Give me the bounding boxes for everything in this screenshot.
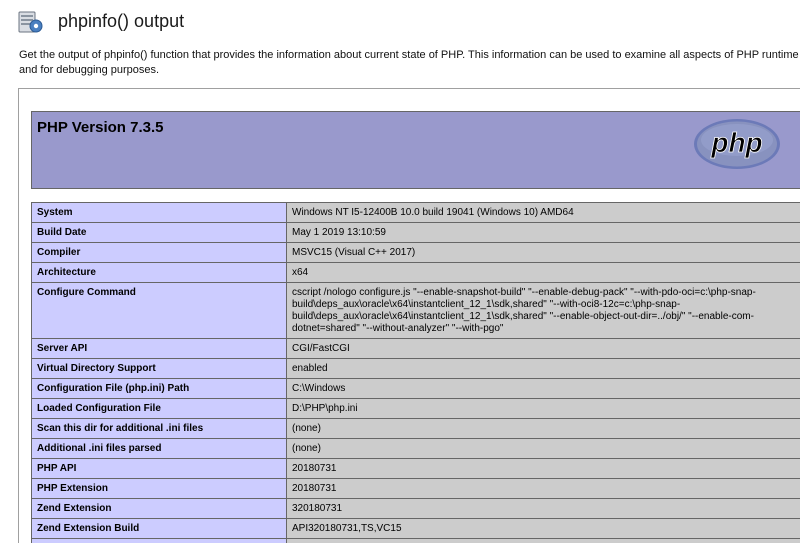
header: phpinfo() output [0,0,800,44]
row-key: Loaded Configuration File [31,398,287,419]
row-value: 320180731 [286,498,800,519]
row-value: x64 [286,262,800,283]
row-value: May 1 2019 13:10:59 [286,222,800,243]
table-row: Compiler MSVC15 (Visual C++ 2017) [31,242,800,263]
row-value: D:\PHP\php.ini [286,398,800,419]
row-value: CGI/FastCGI [286,338,800,359]
table-row: Server API CGI/FastCGI [31,338,800,359]
row-value: (none) [286,418,800,439]
server-config-icon [18,11,43,33]
table-row: Configuration File (php.ini) Path C:\Wind… [31,378,800,399]
row-value: 20180731 [286,478,800,499]
table-row: PHP Extension BuildAPI20180731,TS,VC15 [31,538,800,543]
row-key: Build Date [31,222,287,243]
row-key: Zend Extension [31,498,287,519]
row-key: System [31,202,287,223]
table-row: Zend Extension Build API320180731,TS,VC15 [31,518,800,539]
row-key: Virtual Directory Support [31,358,287,379]
row-value: Windows NT I5-12400B 10.0 build 19041 (W… [286,202,800,223]
row-value: MSVC15 (Visual C++ 2017) [286,242,800,263]
row-key: Compiler [31,242,287,263]
table-row: Scan this dir for additional .ini files(… [31,418,800,439]
table-row: Zend Extension 320180731 [31,498,800,519]
table-row: Build Date May 1 2019 13:10:59 [31,222,800,243]
row-key: PHP Extension [31,478,287,499]
table-row: Virtual Directory Support enabled [31,358,800,379]
row-key: PHP API [31,458,287,479]
row-key: Configure Command [31,282,287,339]
row-value: API20180731,TS,VC15 [286,538,800,543]
php-logo-icon: php [694,119,780,169]
table-row: PHP API 20180731 [31,458,800,479]
row-key: Additional .ini files parsed [31,438,287,459]
row-key: PHP Extension Build [31,538,287,543]
table-row: Configure Command cscript /nologo configu… [31,282,800,339]
row-value: enabled [286,358,800,379]
table-row: Architecture x64 [31,262,800,283]
row-value: (none) [286,438,800,459]
php-info-table: System Windows NT I5-12400B 10.0 build 19… [31,202,800,543]
row-key: Architecture [31,262,287,283]
row-value: 20180731 [286,458,800,479]
row-key: Zend Extension Build [31,518,287,539]
php-version-title: PHP Version 7.3.5 [37,119,164,136]
table-row: PHP Extension 20180731 [31,478,800,499]
table-row: Loaded Configuration File D:\PHP\php.ini [31,398,800,419]
page-title: phpinfo() output [58,11,185,31]
row-value: C:\Windows [286,378,800,399]
row-key: Configuration File (php.ini) Path [31,378,287,399]
svg-text:php: php [710,127,762,158]
table-row: System Windows NT I5-12400B 10.0 build 19… [31,202,800,223]
php-version-banner: PHP Version 7.3.5 php [31,111,800,189]
row-value: API320180731,TS,VC15 [286,518,800,539]
row-key: Scan this dir for additional .ini files [31,418,287,439]
row-value: cscript /nologo configure.js "--enable-s… [286,282,800,339]
table-row: Additional .ini files parsed (none) [31,438,800,459]
page-description: Get the output of phpinfo() function tha… [19,49,799,76]
row-key: Server API [31,338,287,359]
